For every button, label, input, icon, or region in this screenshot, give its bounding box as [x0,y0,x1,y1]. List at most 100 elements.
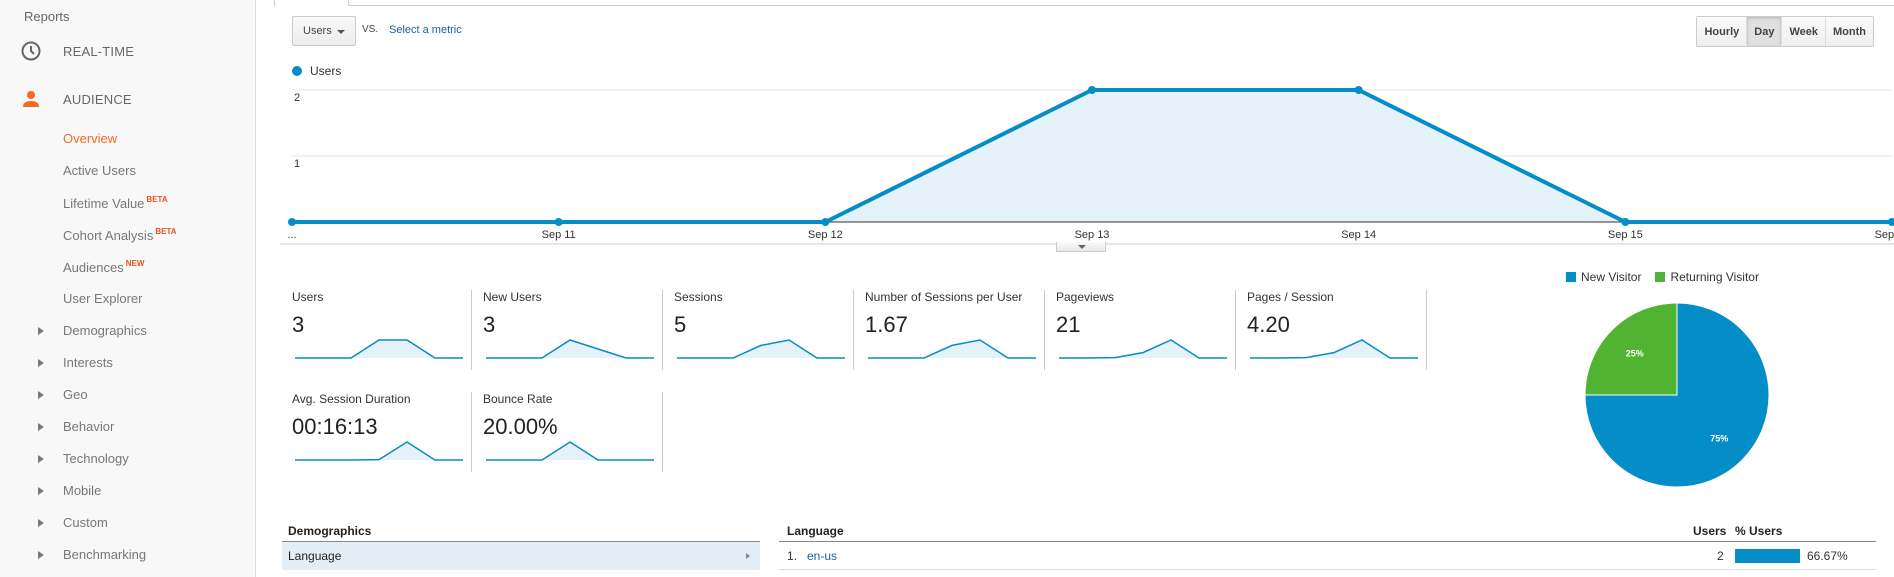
table-header: Language Users % Users [779,522,1876,542]
scorecard-pageviews[interactable]: Pageviews 21 [1056,290,1236,370]
legend-dot-icon [292,66,302,76]
sidebar-item-label: Custom [63,515,108,530]
sidebar-item-label: Geo [63,387,88,402]
scorecard-bounce-rate[interactable]: Bounce Rate 20.00% [483,392,663,472]
sidebar-item-label: Behavior [63,419,115,434]
sparkline [1250,339,1418,359]
period-hourly-button[interactable]: Hourly [1697,17,1747,46]
sidebar-item-mobile[interactable]: Mobile [0,482,256,502]
sidebar-item-user-explorer[interactable]: User Explorer [63,291,142,306]
period-toggle: Hourly Day Week Month [1696,16,1874,47]
reports-heading: Reports [24,9,70,24]
sidebar-item-technology[interactable]: Technology [0,450,256,470]
sidebar-item-active-users[interactable]: Active Users [63,163,136,178]
scorecard-sessions[interactable]: Sessions 5 [674,290,854,370]
x-tick-label: ... [287,229,296,241]
data-point [1621,218,1630,226]
sidebar-item-label: Active Users [63,163,136,178]
expand-arrow-icon [38,359,44,367]
column-header-pct-users: % Users [1735,524,1783,538]
x-tick-label: Sep 16 [1875,229,1894,241]
metric-select[interactable]: Users [292,16,356,46]
sidebar-item-interests[interactable]: Interests [0,354,256,374]
scorecard-new-users[interactable]: New Users 3 [483,290,663,370]
period-week-button[interactable]: Week [1781,17,1826,46]
sidebar-item-label: Demographics [63,323,147,338]
vs-label: VS. [362,24,379,35]
clock-icon [20,40,42,62]
sparkline-line [295,441,463,461]
period-day-button[interactable]: Day [1746,17,1782,46]
sidebar-item-audience[interactable]: AUDIENCE [0,84,256,114]
visitor-pie-chart: 75% 25% [1584,302,1770,488]
sidebar-item-label: Mobile [63,483,102,498]
pct-users-bar [1735,549,1801,563]
sidebar-item-label: Technology [63,451,129,466]
chart-legend: Users [292,64,341,78]
sidebar-item-realtime[interactable]: REAL-TIME [0,36,256,66]
legend-label: Users [310,64,342,78]
sparkline-fill [486,442,654,460]
main-content: Users VS. Select a metric Hourly Day Wee… [256,0,1894,577]
scorecard-title: Users [292,290,324,304]
sparkline-fill [1250,340,1418,358]
period-month-button[interactable]: Month [1825,17,1873,46]
expand-arrow-icon [38,551,44,559]
sidebar-item-cohort-analysis[interactable]: Cohort Analysis BETA [63,227,177,243]
scorecard-value: 4.20 [1247,312,1290,337]
sparkline [486,441,654,461]
sidebar-item-lifetime-value[interactable]: Lifetime Value BETA [63,195,168,211]
legend-swatch [1566,272,1576,282]
sidebar-item-geo[interactable]: Geo [0,386,256,406]
beta-badge: BETA [146,195,168,204]
sparkline [868,339,1036,359]
x-tick-label: Sep 11 [542,229,576,241]
sparkline-fill [1059,340,1227,358]
users-line-chart: 1 2... Sep 11 Sep 12 Sep 13 Sep 14 Sep 15 Sep 1… [280,86,1894,245]
sidebar-item-behavior[interactable]: Behavior [0,418,256,438]
sidebar-item-overview[interactable]: Overview [63,131,117,146]
sparkline [295,339,463,359]
tab-overview[interactable] [274,0,349,6]
sparkline [677,339,845,359]
language-link[interactable]: en-us [807,549,837,563]
scorecard-users[interactable]: Users 3 [292,290,472,370]
sidebar-item-benchmarking[interactable]: Benchmarking [0,546,256,566]
chart-collapse-button[interactable] [1056,242,1106,252]
scorecard-pages-session[interactable]: Pages / Session 4.20 [1247,290,1427,370]
column-header-language: Language [787,524,844,538]
data-point [1354,86,1363,94]
scorecard-number-of-sessions-per-user[interactable]: Number of Sessions per User 1.67 [865,290,1045,370]
data-point [1888,218,1894,226]
expand-arrow-icon [38,391,44,399]
scorecard-avg-session-duration[interactable]: Avg. Session Duration 00:16:13 [292,392,472,472]
sparkline [1059,339,1227,359]
expand-arrow-icon [38,327,44,335]
data-point [1088,86,1096,94]
sparkline [295,441,463,461]
demographics-language-item[interactable]: Language [282,542,760,570]
select-metric-link[interactable]: Select a metric [389,24,462,36]
sidebar-item-custom[interactable]: Custom [0,514,256,534]
scorecard-title: Pageviews [1056,290,1115,304]
sparkline-fill [295,340,463,358]
beta-badge: BETA [155,227,177,236]
sidebar-item-demographics[interactable]: Demographics [0,322,256,342]
sparkline-fill [868,340,1036,358]
expand-arrow-icon [38,455,44,463]
demographics-panel: Demographics Language [282,522,760,570]
chevron-down-icon [1078,245,1086,249]
data-point [821,218,830,226]
expand-arrow-icon [38,423,44,431]
scorecard-value: 3 [483,312,496,337]
sparkline-fill [295,442,463,460]
scorecard-title: Pages / Session [1247,290,1334,304]
pie-label: 75% [1710,433,1728,443]
data-point [554,218,563,226]
chevron-down-icon [337,30,345,34]
chevron-right-icon [746,553,750,559]
sidebar-item-audiences[interactable]: Audiences NEW [63,259,144,275]
scorecard-value: 00:16:13 [292,414,378,439]
sidebar-item-label: Cohort Analysis [63,228,154,243]
pie-legend: New Visitor Returning Visitor [1566,270,1773,284]
